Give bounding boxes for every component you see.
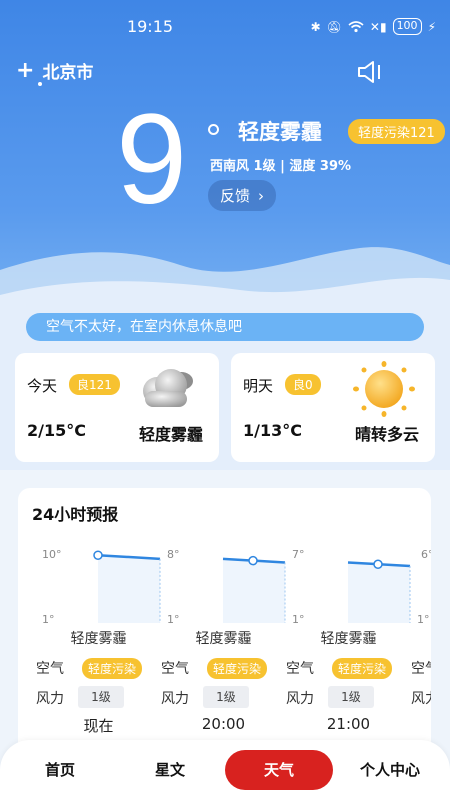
feedback-button[interactable]: 反馈 › [208,180,277,211]
bottom-tick: 1° [42,613,55,626]
top-tick: 8° [167,548,180,561]
wind-label: 风力 [36,691,64,707]
wind-level: 1级 [328,686,374,708]
top-tick: 6° [421,548,431,561]
status-bar: 19:15 ✱ 🔕︎ ✕▮ 100 ⚡ [0,0,450,56]
bottom-tick: 1° [292,613,305,626]
air-label: 空气 [286,661,314,677]
mute-icon: 🔕︎ [326,19,342,34]
city-name: 北京市 [42,63,94,83]
city-selector[interactable]: + 北京市 [16,58,93,83]
chevron-right-icon: › [258,186,265,205]
today-temp-range: 2/15°C [27,421,86,440]
degree-icon [208,124,219,135]
battery-indicator: 100 [392,18,422,35]
wifi-icon [348,20,364,32]
status-time: 19:15 [126,17,174,36]
hour-condition: 轻度雾霾 [320,631,377,647]
forecast-column-0: 10° 1° 轻度雾霾 空气 轻度污染 风力 1级 现在 [36,538,161,748]
forecast-column-2: 7° 1° 轻度雾霾 空气 轻度污染 风力 1级 21:00 [286,538,411,748]
signal-icon: ✕▮ [369,19,387,34]
hourly-forecast-card[interactable]: 24小时预报 10° 1° 轻度雾霾 空气 轻度污染 风力 1级 现在 8° 1… [18,488,431,758]
today-card[interactable]: 今天 良121 2/15°C 轻度雾霾 [15,353,219,462]
wind-label: 风力 [161,691,189,707]
today-label: 今天 [27,377,58,395]
nav-home[interactable]: 首页 [20,750,100,790]
hour-condition: 轻度雾霾 [195,631,252,647]
today-aqi-badge: 良121 [69,374,120,395]
forecast-title: 24小时预报 [32,505,119,524]
nav-weather[interactable]: 天气 [225,750,333,790]
air-quality-badge: 轻度污染 [82,658,143,679]
air-label: 空气 [411,661,431,677]
plus-icon[interactable]: + [16,59,34,81]
nav-astro[interactable]: 星文 [130,750,210,790]
feedback-label: 反馈 [220,187,251,205]
bottom-nav: 首页 星文 天气 个人中心 [0,740,450,800]
tomorrow-temp-range: 1/13°C [243,421,302,440]
charging-icon: ⚡ [427,19,436,34]
forecast-column-1: 8° 1° 轻度雾霾 空气 轻度污染 风力 1级 20:00 [161,538,286,748]
wind-level: 1级 [203,686,249,708]
wind-label: 风力 [411,691,431,707]
top-tick: 10° [42,548,62,561]
tomorrow-card[interactable]: 明天 良0 1/13°C 晴转多云 [231,353,435,462]
status-icons: ✱ 🔕︎ ✕▮ 100 ⚡ [311,18,436,35]
today-condition: 轻度雾霾 [138,425,203,444]
air-tip-banner: 空气不太好，在室内休息休息吧 [26,313,424,341]
hour-time: 现在 [83,717,114,735]
hour-condition: 轻度雾霾 [70,631,127,647]
wind-level: 1级 [78,686,124,708]
wind-humidity: 西南风 1级 | 湿度 39% [210,159,352,174]
tomorrow-aqi-badge: 良0 [285,374,321,395]
tomorrow-condition: 晴转多云 [354,425,419,444]
air-quality-badge: 轻度污染 [207,658,268,679]
hour-time: 21:00 [326,715,371,733]
current-condition: 轻度雾霾 [238,120,322,144]
air-label: 空气 [161,661,189,677]
cloud-haze-icon [143,369,193,407]
current-temperature: 9 [116,88,188,231]
bluetooth-icon: ✱ [310,19,321,34]
sun-icon [353,361,415,417]
wind-label: 风力 [286,691,314,707]
forecast-column-3: 6° 1° 空气 风力 [411,538,431,748]
speaker-icon[interactable] [356,60,384,84]
top-tick: 7° [292,548,305,561]
air-label: 空气 [36,661,64,677]
nav-profile[interactable]: 个人中心 [345,750,435,790]
bottom-tick: 1° [167,613,180,626]
tomorrow-label: 明天 [243,377,274,395]
bottom-tick: 1° [417,613,430,626]
air-quality-badge: 轻度污染 [332,658,393,679]
hour-time: 20:00 [201,715,246,733]
page-indicator-dot [38,82,42,86]
aqi-badge[interactable]: 轻度污染121 [348,119,445,144]
